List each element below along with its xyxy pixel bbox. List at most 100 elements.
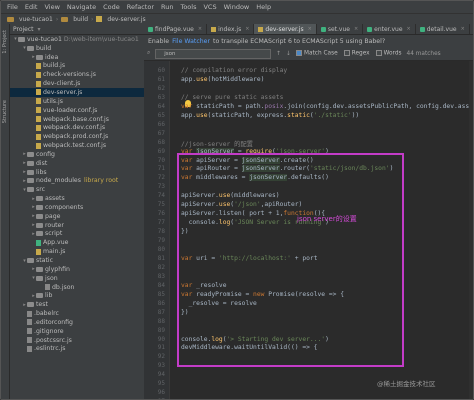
menu-item-file[interactable]: File xyxy=(7,3,18,11)
folder-icon xyxy=(27,169,34,175)
line-number: 86 xyxy=(157,299,165,307)
tree-item-label: glyphfin xyxy=(45,265,70,273)
arrow-up-icon[interactable]: ↑ xyxy=(276,51,281,57)
menu-item-help[interactable]: Help xyxy=(256,3,271,11)
tab-label: index.js xyxy=(218,25,242,33)
project-tool-button[interactable]: 1: Project xyxy=(2,30,9,54)
close-icon[interactable]: × xyxy=(407,26,411,32)
tree-item-label: json xyxy=(45,274,58,282)
tree-item-label: dev-client.js xyxy=(43,80,81,88)
arrow-down-icon[interactable]: ↓ xyxy=(286,51,291,57)
tree-item[interactable]: ▸ libs xyxy=(10,168,144,177)
checkbox-icon[interactable] xyxy=(375,50,382,57)
tree-item[interactable]: ▸ dist xyxy=(10,159,144,168)
menu-item-window[interactable]: Window xyxy=(224,3,250,11)
breadcrumb-file[interactable]: dev-server.js xyxy=(107,16,145,23)
tree-item[interactable]: webpack.prod.conf.js xyxy=(10,132,144,141)
tree-item[interactable]: ▸ test xyxy=(10,300,144,309)
tree-item[interactable]: webpack.base.conf.js xyxy=(10,115,144,124)
tree-item[interactable]: db.json xyxy=(10,283,144,292)
search-option[interactable]: Words xyxy=(375,50,402,57)
menu-item-edit[interactable]: Edit xyxy=(25,3,38,11)
code-token: app. xyxy=(181,111,197,119)
menu-item-code[interactable]: Code xyxy=(103,3,120,11)
line-number: 70 xyxy=(157,156,165,164)
tree-item[interactable]: ▸ router xyxy=(10,221,144,230)
close-icon[interactable]: × xyxy=(198,26,202,32)
editor-tab[interactable]: set.vue × xyxy=(317,24,364,34)
tree-item[interactable]: ▸ lib xyxy=(10,291,144,300)
close-icon[interactable]: × xyxy=(308,26,312,32)
editor-tab[interactable]: detail.vue × xyxy=(416,24,470,34)
menu-item-view[interactable]: View xyxy=(44,3,59,11)
search-option[interactable]: Match Case xyxy=(295,50,338,57)
checkbox-icon[interactable] xyxy=(343,50,350,57)
tree-item[interactable]: dev-server.js xyxy=(10,88,144,97)
tree-item[interactable]: webpack.test.conf.js xyxy=(10,141,144,150)
tree-item[interactable]: ▸ idea xyxy=(10,53,144,62)
tree-item[interactable]: ▸ page xyxy=(10,212,144,221)
dropdown-arrow-icon[interactable]: ▾ xyxy=(38,26,41,33)
breadcrumb-project[interactable]: vue-tucao1 xyxy=(19,16,53,23)
search-option-label: Words xyxy=(383,50,402,57)
tree-item[interactable]: ▸ components xyxy=(10,203,144,212)
folder-icon xyxy=(36,213,43,219)
line-number: 96 xyxy=(157,389,165,397)
close-icon[interactable]: × xyxy=(245,26,249,32)
menu-item-run[interactable]: Run xyxy=(161,3,173,11)
js-file-icon xyxy=(96,16,103,22)
tree-item[interactable]: ▾ src xyxy=(10,185,144,194)
project-panel-title[interactable]: Project xyxy=(13,26,34,33)
editor-tab[interactable]: enter.vue × xyxy=(363,24,416,34)
tree-item[interactable]: utils.js xyxy=(10,97,144,106)
tree-item[interactable]: App.vue xyxy=(10,238,144,247)
tree-item[interactable]: build.js xyxy=(10,62,144,71)
line-number: 67 xyxy=(157,129,165,137)
search-option[interactable]: Regex xyxy=(343,50,370,57)
editor-tab[interactable]: findPage.vue × xyxy=(144,24,208,34)
close-icon[interactable]: × xyxy=(461,26,465,32)
search-input[interactable] xyxy=(155,48,272,59)
tree-item[interactable]: .gitignore xyxy=(10,327,144,336)
tree-item[interactable]: vue-loader.conf.js xyxy=(10,106,144,115)
checkbox-icon[interactable] xyxy=(295,50,302,57)
tree-item[interactable]: .postcssrc.js xyxy=(10,336,144,345)
close-icon[interactable]: × xyxy=(354,26,358,32)
menu-item-refactor[interactable]: Refactor xyxy=(127,3,154,11)
tree-item[interactable]: ▾ vue-tucao1 D:\web-item\vue-tucao1 xyxy=(10,35,144,44)
tree-item[interactable]: ▸ glyphfin xyxy=(10,265,144,274)
menu-item-tools[interactable]: Tools xyxy=(180,3,196,11)
tree-item-label: build xyxy=(36,44,52,52)
tree-item[interactable]: webpack.dev.conf.js xyxy=(10,123,144,132)
tree-item[interactable]: .babelrc xyxy=(10,309,144,318)
tree-item-label: libs xyxy=(36,168,47,176)
tree-item[interactable]: check-versions.js xyxy=(10,70,144,79)
file-watcher-link[interactable]: File Watcher xyxy=(172,38,210,45)
editor-tab[interactable]: index.js × xyxy=(207,24,255,34)
tree-item[interactable]: ▸ config xyxy=(10,150,144,159)
editor-tab[interactable]: dev-server.js × xyxy=(254,24,317,34)
editor-scrollbar[interactable] xyxy=(469,61,473,399)
folder-icon xyxy=(36,222,43,228)
menu-item-vcs[interactable]: VCS xyxy=(203,3,216,11)
menu-item-navigate[interactable]: Navigate xyxy=(67,3,96,11)
folder-icon xyxy=(27,178,34,184)
file-icon xyxy=(27,319,32,326)
tree-item[interactable]: ▸ node_modules library root xyxy=(10,177,144,186)
annotation-label: json server的设置 xyxy=(297,215,357,223)
tree-item[interactable]: dev-client.js xyxy=(10,79,144,88)
tree-item[interactable]: .eslintrc.js xyxy=(10,345,144,354)
tree-item[interactable]: ▾ json xyxy=(10,274,144,283)
line-number: 81 xyxy=(157,254,165,262)
structure-tool-button[interactable]: Structure xyxy=(2,100,9,123)
tree-item[interactable]: ▾ static xyxy=(10,256,144,265)
tree-item[interactable]: main.js xyxy=(10,247,144,256)
tree-item[interactable]: ▸ assets xyxy=(10,194,144,203)
tree-item[interactable]: ▸ script xyxy=(10,230,144,239)
folder-icon xyxy=(27,187,34,193)
notice-prefix: Enable xyxy=(148,37,170,45)
breadcrumb-folder[interactable]: build xyxy=(73,16,88,23)
tree-item[interactable]: .editorconfig xyxy=(10,318,144,327)
line-number: 77 xyxy=(157,219,165,227)
tree-item[interactable]: ▾ build xyxy=(10,44,144,53)
